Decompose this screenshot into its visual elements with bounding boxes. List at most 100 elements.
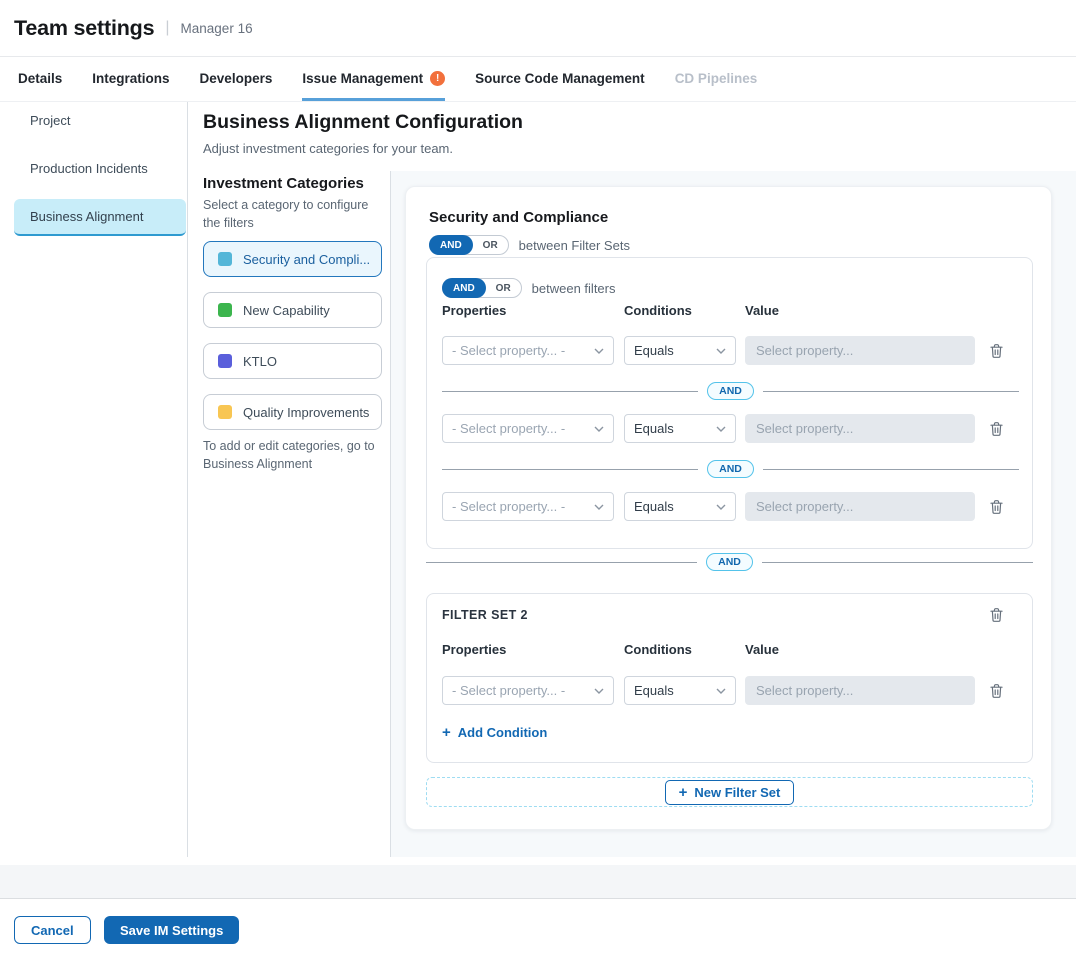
trash-icon bbox=[989, 607, 1004, 623]
add-condition-label: Add Condition bbox=[458, 725, 548, 740]
connector-line bbox=[763, 469, 1019, 470]
delete-filter-button[interactable] bbox=[987, 342, 1005, 360]
delete-filter-button[interactable] bbox=[987, 498, 1005, 516]
chevron-down-icon bbox=[716, 348, 726, 354]
sidebar-item-production-incidents[interactable]: Production Incidents bbox=[30, 161, 148, 176]
page-header: Team settings | Manager 16 bbox=[0, 0, 1076, 57]
page-title: Team settings bbox=[14, 16, 154, 41]
new-filter-set-button[interactable]: + New Filter Set bbox=[665, 780, 795, 805]
category-quality-improvements[interactable]: Quality Improvements bbox=[203, 394, 382, 430]
category-label: New Capability bbox=[243, 303, 330, 318]
category-ktlo[interactable]: KTLO bbox=[203, 343, 382, 379]
plus-icon: + bbox=[442, 724, 451, 741]
delete-filter-set-button[interactable] bbox=[987, 606, 1005, 624]
property-select[interactable]: - Select property... - bbox=[442, 492, 614, 521]
and-connector-pill: AND bbox=[707, 382, 754, 400]
property-select[interactable]: - Select property... - bbox=[442, 676, 614, 705]
value-input[interactable] bbox=[745, 414, 975, 443]
sidebar-item-project[interactable]: Project bbox=[30, 113, 70, 128]
tab-details[interactable]: Details bbox=[18, 57, 62, 101]
tab-integrations[interactable]: Integrations bbox=[92, 57, 169, 101]
category-color-swatch bbox=[218, 354, 232, 368]
property-select-placeholder: - Select property... - bbox=[452, 499, 565, 514]
tab-issue-management-label: Issue Management bbox=[302, 71, 423, 86]
between-filters-label: between filters bbox=[532, 281, 616, 296]
tab-cd-pipelines: CD Pipelines bbox=[675, 57, 758, 101]
conditions-column-header: Conditions bbox=[624, 303, 692, 318]
between-filter-sets-label: between Filter Sets bbox=[519, 238, 630, 253]
filter-set-2: FILTER SET 2 Properties Conditions Value… bbox=[426, 593, 1033, 763]
categories-heading: Investment Categories bbox=[203, 175, 364, 192]
and-connector-pill: AND bbox=[707, 460, 754, 478]
category-label: Quality Improvements bbox=[243, 405, 369, 420]
categories-note: To add or edit categories, go to Busines… bbox=[203, 437, 391, 473]
filter-connector: AND bbox=[442, 382, 1019, 400]
tab-source-code-management[interactable]: Source Code Management bbox=[475, 57, 645, 101]
or-option[interactable]: OR bbox=[473, 240, 508, 251]
category-security-and-compliance[interactable]: Security and Compli... bbox=[203, 241, 382, 277]
sidebar-item-business-alignment-label: Business Alignment bbox=[30, 209, 143, 224]
tab-developers[interactable]: Developers bbox=[200, 57, 273, 101]
or-option[interactable]: OR bbox=[486, 283, 521, 294]
connector-line bbox=[442, 469, 698, 470]
value-input[interactable] bbox=[745, 492, 975, 521]
condition-select[interactable]: Equals bbox=[624, 336, 736, 365]
categories-subheading: Select a category to configure the filte… bbox=[203, 196, 381, 232]
and-or-toggle[interactable]: AND OR bbox=[442, 278, 522, 298]
filter-set-2-title: FILTER SET 2 bbox=[442, 608, 528, 622]
value-input[interactable] bbox=[745, 336, 975, 365]
settings-tabbar: Details Integrations Developers Issue Ma… bbox=[0, 57, 1076, 102]
warning-badge-icon: ! bbox=[430, 71, 445, 86]
condition-select-value: Equals bbox=[634, 343, 674, 358]
filter-config-panel: Security and Compliance AND OR between F… bbox=[405, 186, 1052, 830]
property-select-placeholder: - Select property... - bbox=[452, 683, 565, 698]
trash-icon bbox=[989, 421, 1004, 437]
chevron-down-icon bbox=[594, 348, 604, 354]
value-column-header: Value bbox=[745, 642, 779, 657]
filter-connector: AND bbox=[442, 460, 1019, 478]
footer-actions: Cancel Save IM Settings bbox=[0, 899, 1076, 956]
condition-select-value: Equals bbox=[634, 499, 674, 514]
connector-line bbox=[763, 391, 1019, 392]
add-condition-button[interactable]: + Add Condition bbox=[442, 724, 547, 741]
and-connector-pill: AND bbox=[706, 553, 753, 571]
category-color-swatch bbox=[218, 252, 232, 266]
new-filter-set-dropzone: + New Filter Set bbox=[426, 777, 1033, 807]
footer-spacer-band bbox=[0, 865, 1076, 899]
section-subtitle: Adjust investment categories for your te… bbox=[203, 141, 453, 156]
properties-column-header: Properties bbox=[442, 642, 506, 657]
and-or-toggle[interactable]: AND OR bbox=[429, 235, 509, 255]
chevron-down-icon bbox=[594, 426, 604, 432]
and-option[interactable]: AND bbox=[442, 278, 486, 298]
save-im-settings-button[interactable]: Save IM Settings bbox=[104, 916, 239, 944]
condition-select[interactable]: Equals bbox=[624, 676, 736, 705]
chevron-down-icon bbox=[716, 426, 726, 432]
property-select-placeholder: - Select property... - bbox=[452, 343, 565, 358]
connector-line bbox=[426, 562, 697, 563]
filter-set-connector: AND bbox=[426, 553, 1033, 571]
value-input[interactable] bbox=[745, 676, 975, 705]
delete-filter-button[interactable] bbox=[987, 420, 1005, 438]
between-filters-operator-row: AND OR between filters bbox=[442, 278, 616, 298]
trash-icon bbox=[989, 683, 1004, 699]
team-settings-screen: Team settings | Manager 16 Details Integ… bbox=[0, 0, 1076, 956]
category-new-capability[interactable]: New Capability bbox=[203, 292, 382, 328]
cancel-button[interactable]: Cancel bbox=[14, 916, 91, 944]
category-label: KTLO bbox=[243, 354, 277, 369]
property-select[interactable]: - Select property... - bbox=[442, 414, 614, 443]
plus-icon: + bbox=[679, 784, 688, 801]
section-title: Business Alignment Configuration bbox=[203, 111, 523, 134]
property-select[interactable]: - Select property... - bbox=[442, 336, 614, 365]
and-option[interactable]: AND bbox=[429, 235, 473, 255]
condition-select[interactable]: Equals bbox=[624, 414, 736, 443]
between-sets-operator-row: AND OR between Filter Sets bbox=[429, 235, 630, 255]
panel-title: Security and Compliance bbox=[429, 209, 608, 226]
delete-filter-button[interactable] bbox=[987, 682, 1005, 700]
sidebar-item-business-alignment[interactable]: Business Alignment bbox=[14, 199, 186, 236]
conditions-column-header: Conditions bbox=[624, 642, 692, 657]
condition-select[interactable]: Equals bbox=[624, 492, 736, 521]
sidebar-divider bbox=[187, 102, 188, 857]
tab-issue-management[interactable]: Issue Management ! bbox=[302, 57, 445, 101]
team-name: Manager 16 bbox=[181, 21, 253, 36]
chevron-down-icon bbox=[594, 504, 604, 510]
